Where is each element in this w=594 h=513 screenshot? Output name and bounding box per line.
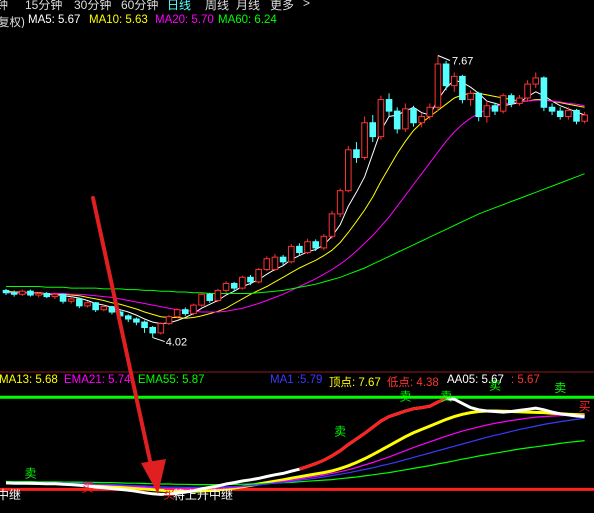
legend-item: 低点: 4.38 <box>387 377 439 388</box>
candle-body <box>369 122 377 138</box>
candle-body <box>467 92 474 101</box>
annotation-label: 将上升中继 <box>173 487 233 502</box>
candle-body <box>59 293 67 302</box>
candle-body <box>483 105 491 118</box>
candle-body <box>499 95 507 112</box>
candle-body <box>402 108 409 130</box>
low-marker-arrow <box>152 337 165 343</box>
candle-body <box>214 289 222 301</box>
candle-body <box>353 149 360 158</box>
candle-body <box>287 245 295 263</box>
candle-body <box>76 298 83 307</box>
legend-item: 顶点: 7.67 <box>329 377 381 388</box>
candle-body <box>157 323 165 334</box>
candle-body <box>165 316 173 325</box>
candle-body <box>336 190 344 215</box>
candle-body <box>133 318 140 323</box>
legend-item: MA1 :5.79 <box>270 374 323 386</box>
candle-body <box>573 109 580 122</box>
low-marker-label: 4.02 <box>166 337 187 349</box>
candle-body <box>182 309 189 315</box>
candle-body <box>532 77 540 85</box>
candle-body <box>296 245 303 254</box>
candle-body <box>434 63 442 108</box>
candle-body <box>149 327 156 334</box>
candle-body <box>43 293 51 298</box>
candle-body <box>524 83 531 99</box>
candle-body <box>393 110 401 130</box>
candle-body <box>279 256 287 263</box>
signal-label: 卖 <box>399 390 411 404</box>
candle-body <box>100 306 108 311</box>
legend-item: : 5.67 <box>511 374 540 386</box>
ma-line-ma60 <box>6 173 585 294</box>
candle-body <box>491 105 499 112</box>
candle-body <box>361 122 368 158</box>
candle-body <box>190 304 197 315</box>
candle-body <box>255 269 262 283</box>
legend-item: MA13: 5.68 <box>0 374 58 386</box>
candle-body <box>450 75 458 87</box>
candle-body <box>548 106 556 112</box>
candle-body <box>320 235 328 249</box>
candle-body <box>206 293 214 301</box>
candle-body <box>271 256 279 271</box>
candle-body <box>198 293 205 306</box>
candle-body <box>247 276 254 283</box>
candle-body <box>27 290 34 296</box>
signal-label: 卖 <box>334 425 346 439</box>
legend-item: EMA21: 5.74 <box>64 374 131 386</box>
candle-body <box>508 95 515 104</box>
candle-body <box>222 282 230 291</box>
candle-body <box>2 289 10 294</box>
candle-body <box>581 114 588 122</box>
candle-body <box>35 293 42 296</box>
signal-label: 卖 <box>440 390 452 404</box>
candle-body <box>51 293 59 298</box>
left-edge-label: 中继 <box>0 487 21 502</box>
candle-body <box>304 241 311 254</box>
signal-label: 卖 <box>24 467 36 481</box>
candle-body <box>173 309 181 318</box>
candle-body <box>556 110 564 118</box>
candle-body <box>475 92 482 118</box>
candle-body <box>108 306 116 313</box>
candle-body <box>540 77 548 108</box>
candle-body <box>239 276 246 289</box>
legend-item: EMA55: 5.87 <box>138 374 205 386</box>
indicator-legend: MA13: 5.68 EMA21: 5.74 EMA55: 5.87 MA1 :5.7… <box>0 374 594 388</box>
candle-body <box>410 108 417 124</box>
candle-body <box>124 315 132 320</box>
high-marker-label: 7.67 <box>452 56 473 68</box>
legend-item: AA05: 5.67 <box>447 374 504 386</box>
candle-body <box>10 292 18 295</box>
candle-body <box>141 321 148 329</box>
candle-body <box>418 116 425 124</box>
kline-chart[interactable]: 7.674.02卖卖卖 卖卖 卖买买 买将上升中继中继 <box>0 0 594 513</box>
candle-body <box>442 63 450 87</box>
candle-body <box>426 106 434 118</box>
candle-body <box>84 302 91 307</box>
high-marker-arrow <box>437 55 451 61</box>
candle-body <box>516 97 523 104</box>
annotation-arrow-shaft <box>91 196 154 472</box>
candle-body <box>377 99 385 138</box>
candle-body <box>459 75 466 101</box>
candle-body <box>345 149 352 192</box>
candle-body <box>312 241 319 249</box>
candle-body <box>565 109 572 118</box>
signal-label: 买 <box>82 481 94 495</box>
candle-body <box>92 302 99 311</box>
indicator-line-aa05-red <box>298 397 447 471</box>
candle-body <box>230 282 238 289</box>
candle-body <box>263 258 271 271</box>
candle-body <box>19 290 26 295</box>
candle-body <box>385 99 393 112</box>
signal-label: 买 <box>579 399 591 413</box>
candle-body <box>67 298 75 302</box>
candle-body <box>328 213 336 237</box>
